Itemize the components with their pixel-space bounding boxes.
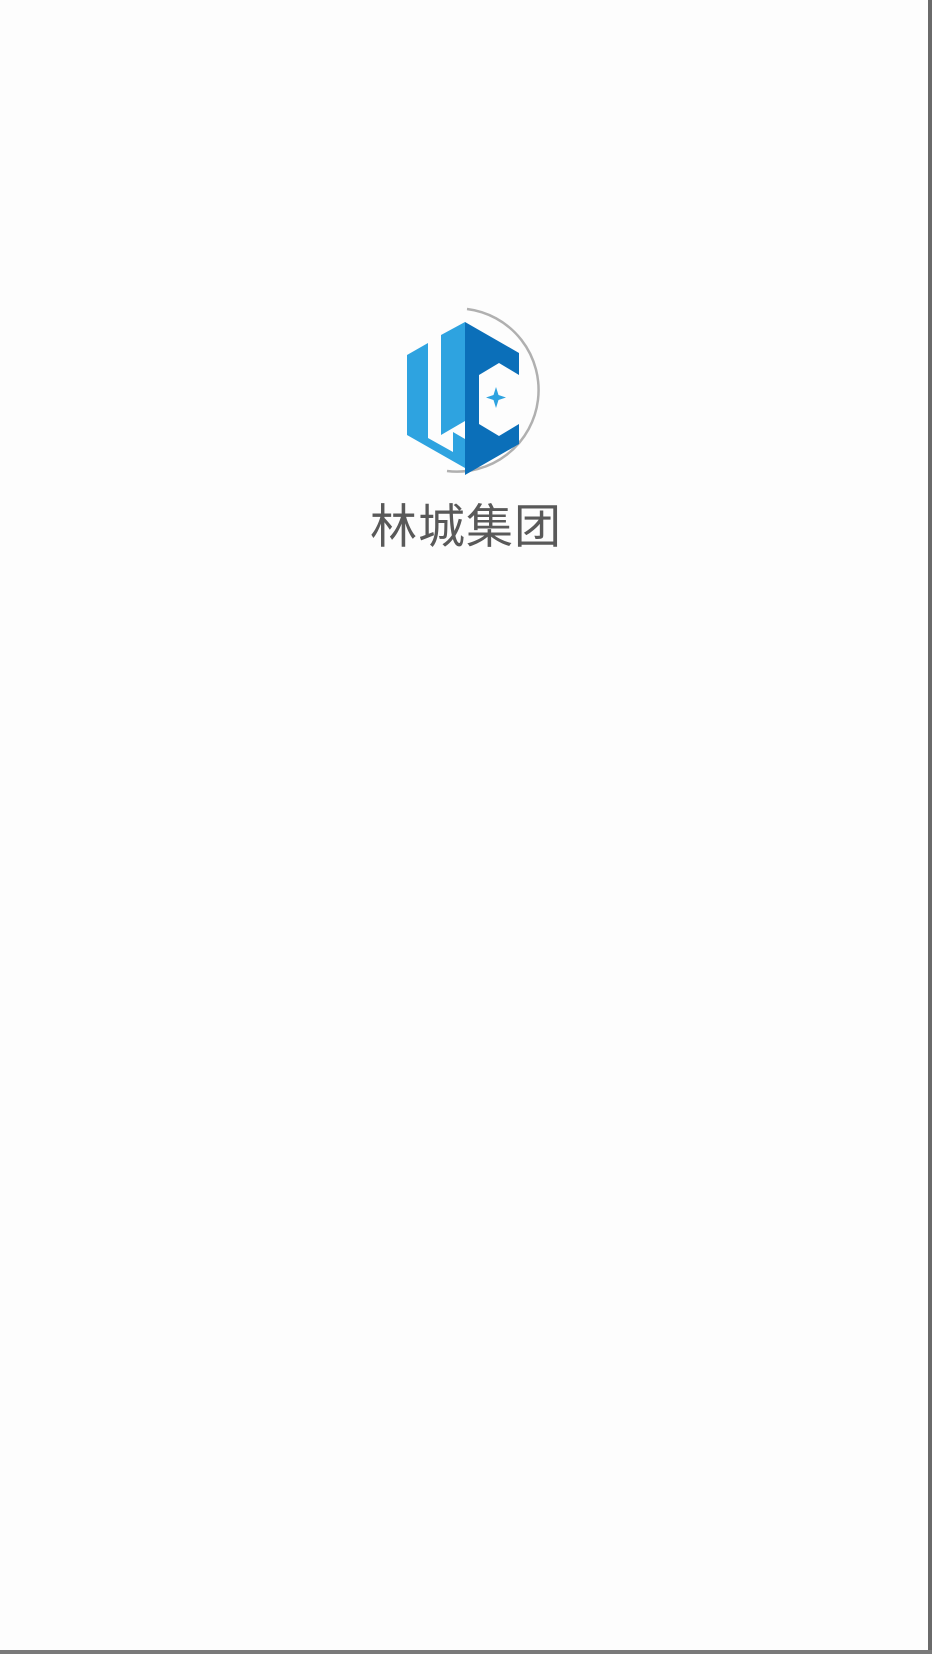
window-bottom-border xyxy=(0,1650,932,1654)
splash-screen: 林城集团 xyxy=(0,0,932,1654)
brand-name: 林城集团 xyxy=(370,500,562,555)
lc-hexagon-logo-icon xyxy=(407,307,540,475)
window-right-border xyxy=(928,0,932,1654)
